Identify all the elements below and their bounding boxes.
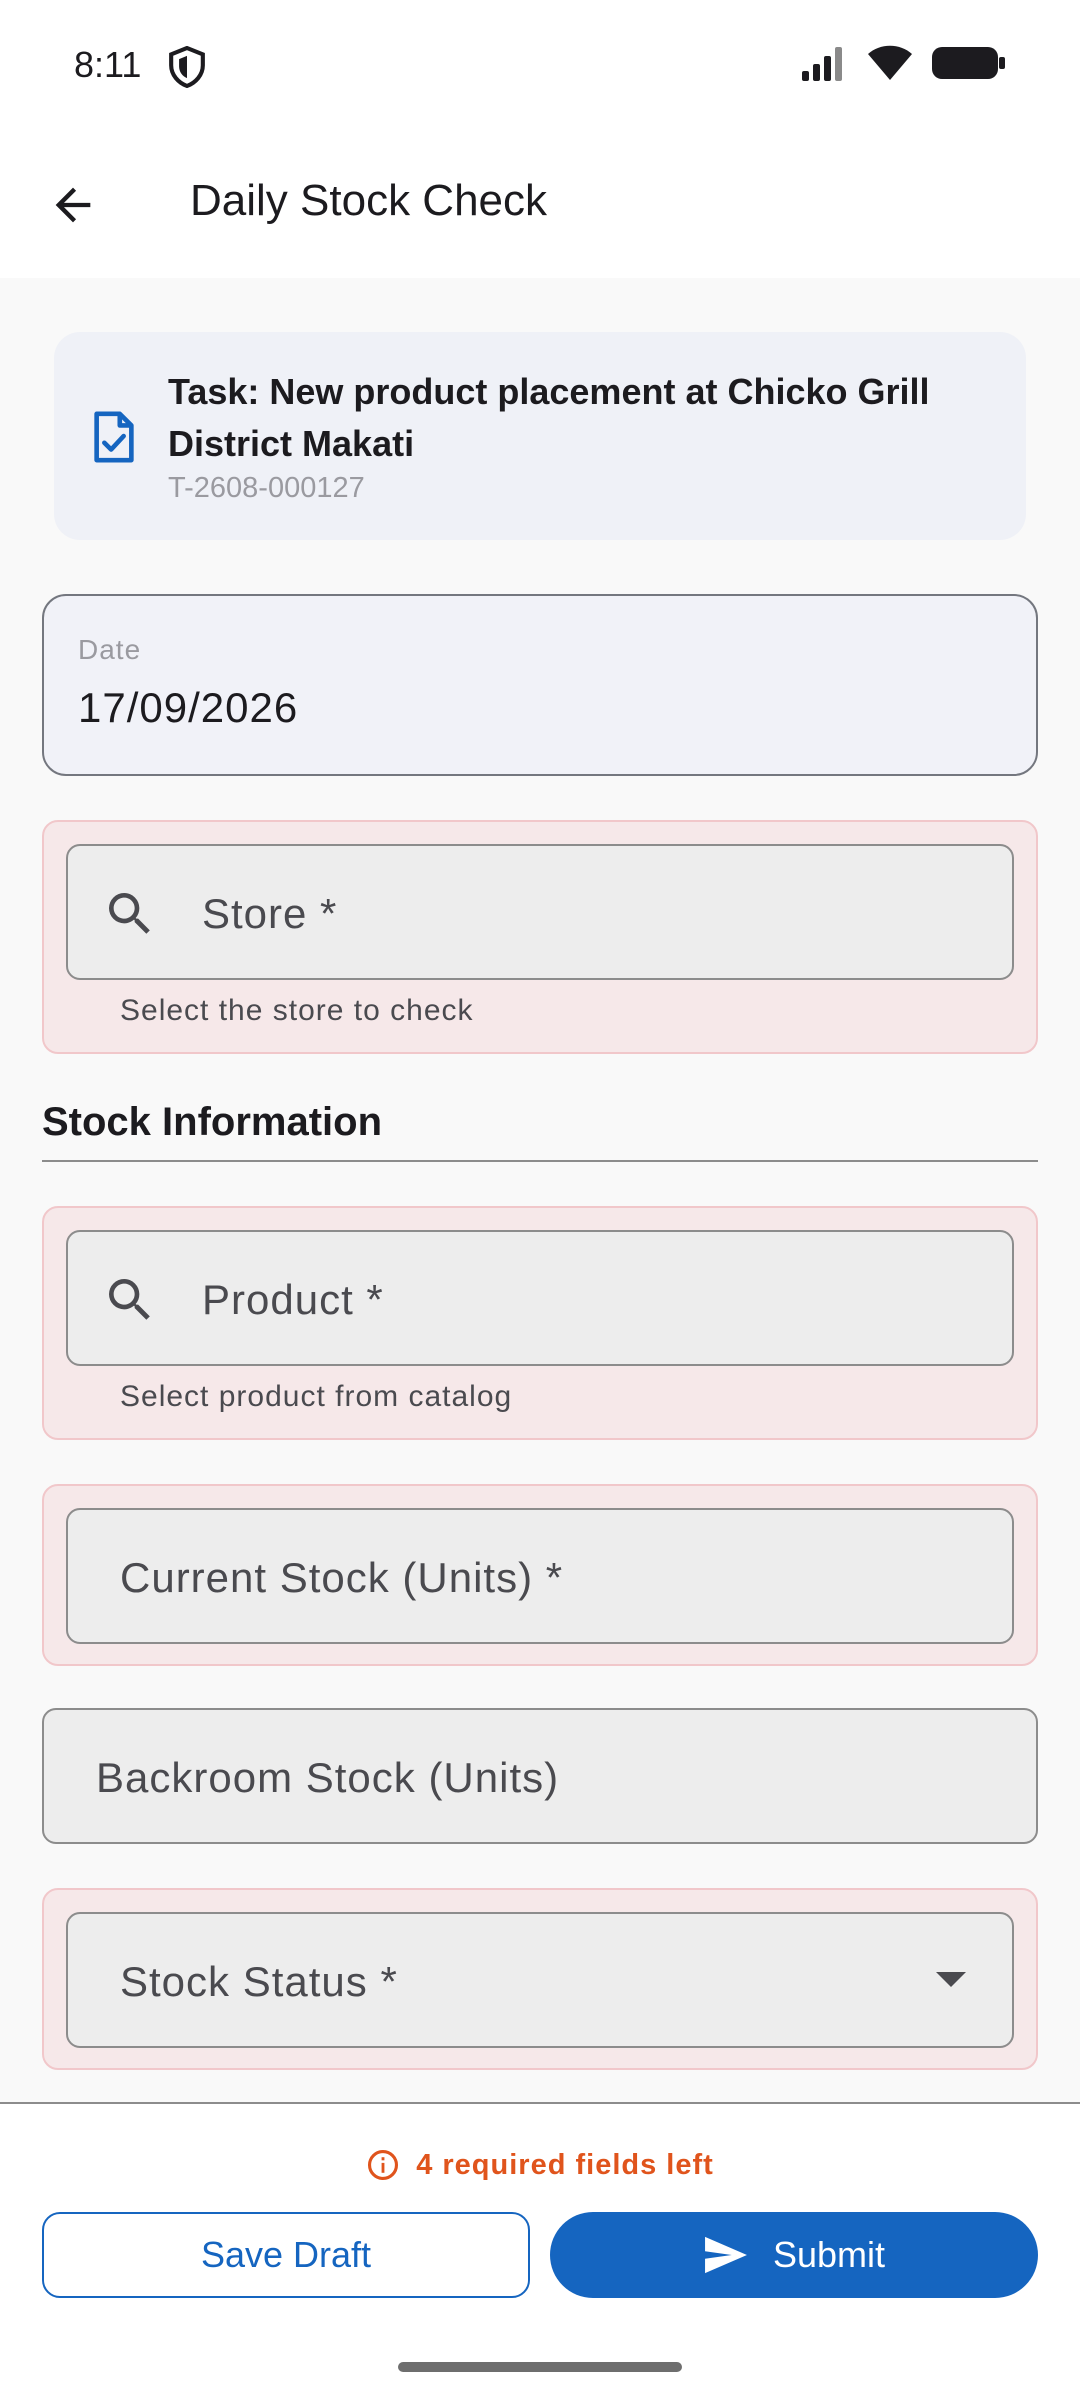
section-divider bbox=[42, 1160, 1038, 1162]
search-icon bbox=[109, 893, 150, 934]
back-arrow-icon bbox=[55, 187, 91, 223]
status-icons bbox=[800, 44, 1006, 82]
backroom-stock-input[interactable]: Backroom Stock (Units) bbox=[42, 1708, 1038, 1844]
status-time: 8:11 bbox=[74, 44, 142, 85]
required-fields-note: 4 required fields left bbox=[0, 2148, 1080, 2182]
page-title: Daily Stock Check bbox=[190, 176, 548, 225]
save-draft-label: Save Draft bbox=[200, 2234, 372, 2275]
submit-label: Submit bbox=[772, 2234, 886, 2275]
bottom-action-bar: 4 required fields left Save Draft Submit bbox=[0, 2102, 1080, 2400]
search-icon bbox=[109, 1279, 150, 1320]
product-field-container: Product * Select product from catalog bbox=[42, 1206, 1038, 1440]
date-field[interactable]: Date 17/09/2026 bbox=[42, 594, 1038, 776]
current-stock-placeholder: Current Stock (Units) * bbox=[120, 1554, 564, 1601]
signal-icon bbox=[802, 47, 842, 81]
store-placeholder: Store * bbox=[202, 890, 338, 937]
status-bar: 8:11 bbox=[0, 0, 1080, 132]
task-id: T-2608-000127 bbox=[168, 472, 365, 504]
save-draft-button[interactable]: Save Draft bbox=[42, 2212, 530, 2298]
wifi-icon bbox=[868, 45, 912, 80]
store-search-field[interactable]: Store * bbox=[66, 844, 1014, 980]
stock-status-placeholder: Stock Status * bbox=[120, 1958, 398, 2005]
backroom-stock-placeholder: Backroom Stock (Units) bbox=[96, 1754, 560, 1801]
current-stock-input[interactable]: Current Stock (Units) * bbox=[66, 1508, 1014, 1644]
date-value: 17/09/2026 bbox=[78, 684, 299, 731]
date-label: Date bbox=[78, 634, 142, 665]
task-check-icon bbox=[94, 411, 134, 463]
section-title: Stock Information bbox=[42, 1100, 383, 1144]
shield-icon bbox=[169, 46, 205, 88]
submit-button[interactable]: Submit bbox=[550, 2212, 1038, 2298]
home-indicator[interactable] bbox=[398, 2362, 682, 2372]
task-title: Task: New product placement at Chicko Gr… bbox=[168, 371, 930, 464]
stock-status-dropdown[interactable]: Stock Status * bbox=[66, 1912, 1014, 2048]
store-field-container: Store * Select the store to check bbox=[42, 820, 1038, 1054]
dropdown-arrow-icon bbox=[936, 1972, 966, 1987]
required-fields-text: 4 required fields left bbox=[416, 2148, 714, 2181]
info-icon bbox=[368, 2149, 399, 2181]
product-search-field[interactable]: Product * bbox=[66, 1230, 1014, 1366]
store-helper-text: Select the store to check bbox=[120, 994, 474, 1027]
product-helper-text: Select product from catalog bbox=[120, 1380, 513, 1413]
app-bar: Daily Stock Check bbox=[0, 132, 1080, 278]
battery-icon bbox=[932, 47, 1005, 79]
back-button[interactable] bbox=[30, 162, 116, 248]
task-card: Task: New product placement at Chicko Gr… bbox=[54, 332, 1026, 540]
send-icon bbox=[705, 2236, 747, 2274]
product-placeholder: Product * bbox=[202, 1276, 384, 1323]
current-stock-container: Current Stock (Units) * bbox=[42, 1484, 1038, 1666]
stock-status-container: Stock Status * bbox=[42, 1888, 1038, 2070]
